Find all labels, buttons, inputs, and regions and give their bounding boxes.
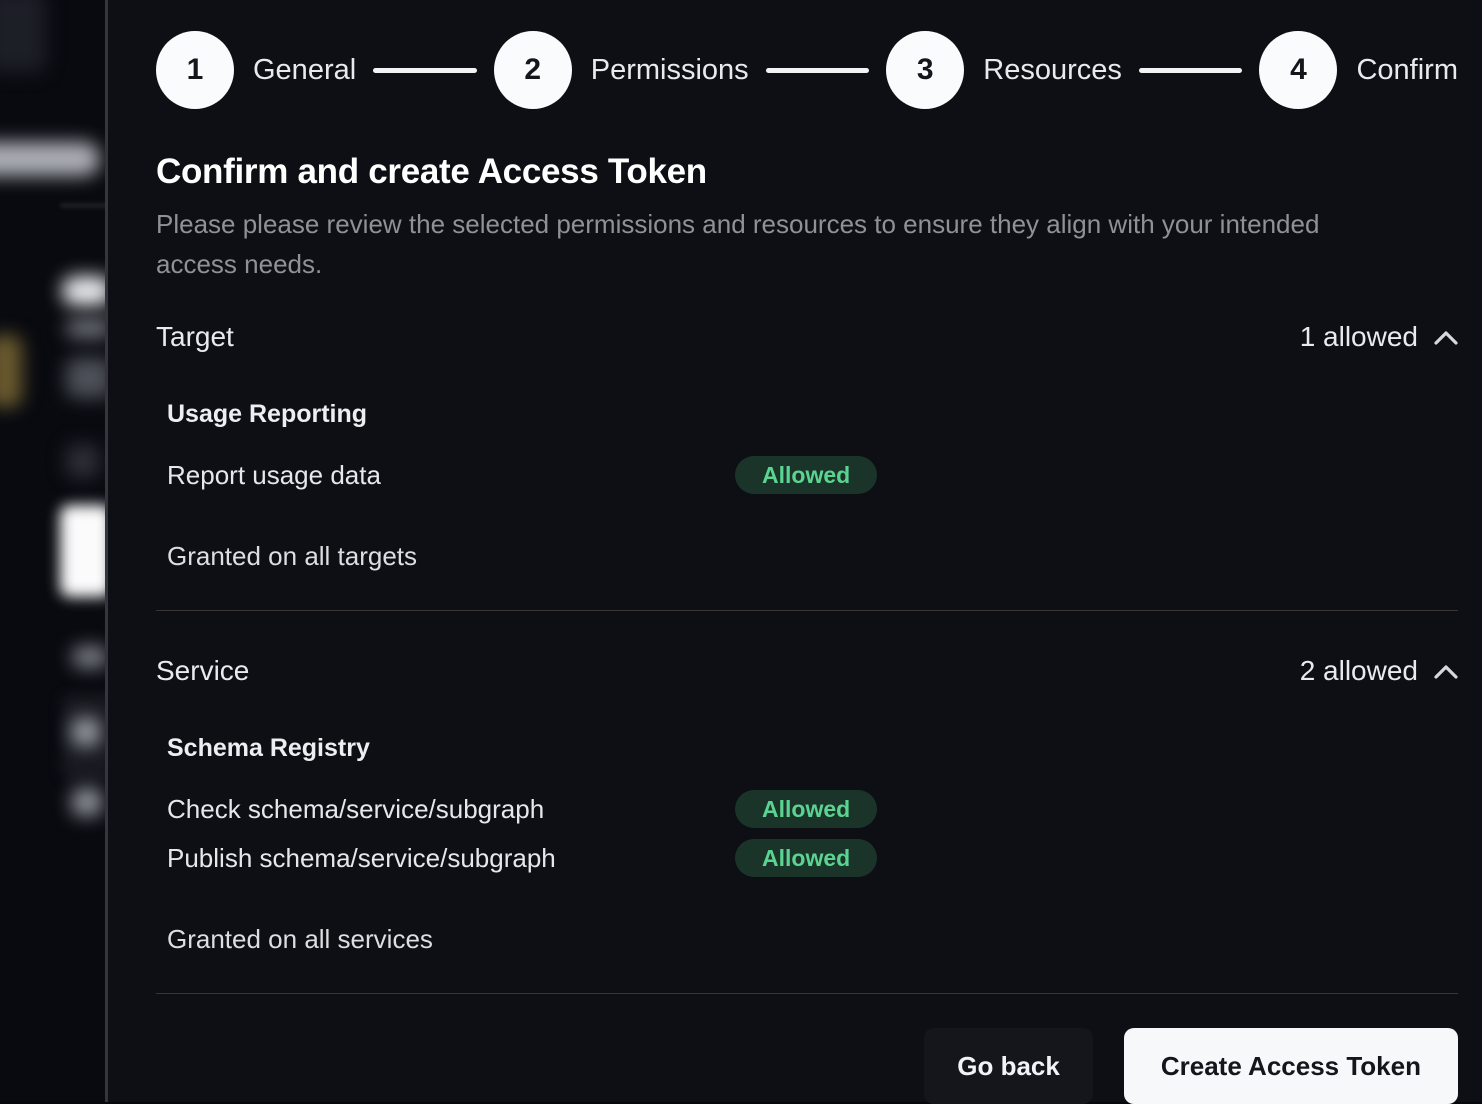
page-description: Please please review the selected permis… [156,204,1386,284]
background-blur-icon [66,444,100,478]
granted-note: Granted on all services [167,924,1458,955]
section-collapse-toggle[interactable]: 1 allowed [1300,321,1458,353]
permission-label: Publish schema/service/subgraph [167,843,735,874]
step-label: General [253,54,356,87]
background-blur-white-card [60,505,105,597]
modal-footer: Go back Create Access Token [156,1028,1458,1104]
step-resources[interactable]: 3 Resources [886,31,1122,109]
status-badge-allowed: Allowed [735,839,877,877]
permission-group-title: Usage Reporting [167,400,1458,429]
wizard-stepper: 1 General 2 Permissions 3 Resources 4 Co… [156,31,1458,109]
background-blur-accent [0,335,22,407]
permission-label: Check schema/service/subgraph [167,794,735,825]
background-blur-divider [60,204,105,207]
permission-row: Report usage data Allowed [167,456,1458,494]
section-collapse-toggle[interactable]: 2 allowed [1300,655,1458,687]
granted-note: Granted on all targets [167,541,1458,572]
step-connector [373,68,477,73]
background-blur-text [72,788,102,816]
background-blur-title [62,276,105,306]
permission-row: Publish schema/service/subgraph Allowed [167,839,1458,877]
background-blur-card [0,0,46,72]
go-back-button[interactable]: Go back [924,1028,1093,1104]
permission-label: Report usage data [167,460,735,491]
section-header-target: Target 1 allowed [156,321,1458,353]
section-header-service: Service 2 allowed [156,655,1458,687]
step-connector [766,68,870,73]
footer-divider [156,993,1458,994]
step-general[interactable]: 1 General [156,31,356,109]
step-number-badge: 1 [156,31,234,109]
section-title: Service [156,655,249,687]
status-badge-allowed: Allowed [735,790,877,828]
permission-group-schema-registry: Schema Registry Check schema/service/sub… [167,734,1458,877]
create-access-token-modal: 1 General 2 Permissions 3 Resources 4 Co… [105,0,1482,1102]
step-permissions[interactable]: 2 Permissions [494,31,749,109]
permission-row: Check schema/service/subgraph Allowed [167,790,1458,828]
page-title: Confirm and create Access Token [156,152,1458,192]
permission-group-title: Schema Registry [167,734,1458,763]
section-title: Target [156,321,234,353]
step-label: Confirm [1356,54,1458,87]
chevron-up-icon [1434,330,1458,345]
status-badge-allowed: Allowed [735,456,877,494]
allowed-count: 1 allowed [1300,321,1418,353]
create-access-token-button[interactable]: Create Access Token [1124,1028,1458,1104]
allowed-count: 2 allowed [1300,655,1418,687]
permission-group-usage-reporting: Usage Reporting Report usage data Allowe… [167,400,1458,494]
step-label: Permissions [591,54,749,87]
background-blur-heading [0,142,100,176]
step-number-badge: 4 [1259,31,1337,109]
background-blur-text [66,318,105,338]
section-divider [156,610,1458,611]
step-number-badge: 2 [494,31,572,109]
step-number-badge: 3 [886,31,964,109]
background-blur-text [72,646,105,668]
step-connector [1139,68,1243,73]
background-blur-text [66,358,105,398]
step-confirm[interactable]: 4 Confirm [1259,31,1458,109]
step-label: Resources [983,54,1122,87]
chevron-up-icon [1434,664,1458,679]
background-blur-text [72,718,100,746]
background-page-blurred [0,0,105,1102]
